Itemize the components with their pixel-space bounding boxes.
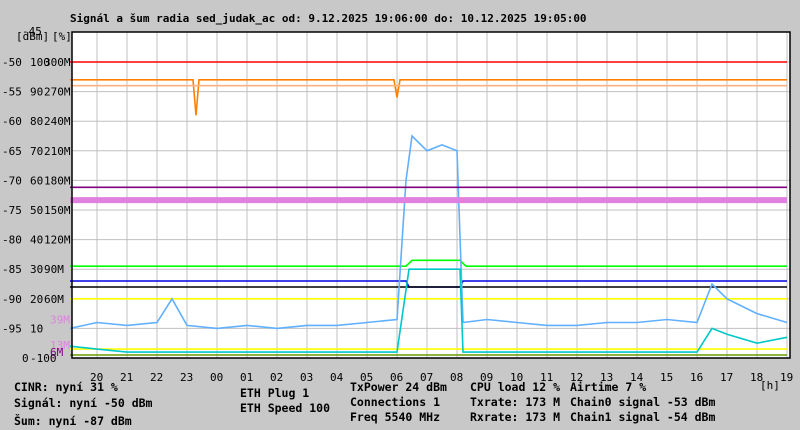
y-tick-pct: 20 <box>30 293 43 306</box>
y-tick-dbm: -60 <box>2 115 22 128</box>
legend-eth-plug: ETH Plug 1 <box>240 386 310 400</box>
legend-txrate: Txrate: 173 M <box>470 395 561 409</box>
y-tick-rate: 90M <box>44 263 64 276</box>
y-tick-pct: 40 <box>30 234 43 247</box>
legend-rxrate: Rxrate: 173 M <box>470 410 561 424</box>
x-tick-label: 22 <box>150 371 163 384</box>
y-tick-rate: 120M <box>44 234 71 247</box>
x-tick-label: 03 <box>300 371 313 384</box>
x-tick-label: 08 <box>450 371 463 384</box>
y-tick-pct: 80 <box>30 115 43 128</box>
y-tick-dbm: -70 <box>2 174 22 187</box>
y-tick-pct: 90 <box>30 86 43 99</box>
x-tick-label: 17 <box>720 371 733 384</box>
y-extra-rate-label: 6M <box>50 346 64 359</box>
y-tick-dbm: -75 <box>2 204 22 217</box>
y-tick-dbm: -65 <box>2 145 22 158</box>
y-tick-dbm: -85 <box>2 263 22 276</box>
y-tick-rate: 210M <box>44 145 71 158</box>
chart-svg: Signál a šum radia sed_judak_ac od: 9.12… <box>2 12 793 392</box>
y-tick-rate: 270M <box>44 86 71 99</box>
y-tick-pct: 70 <box>30 145 43 158</box>
y-tick-dbm: -90 <box>2 293 22 306</box>
y-tick-pct: 0 <box>22 352 29 365</box>
y-tick-rate: 60M <box>44 293 64 306</box>
legend-freq: Freq 5540 MHz <box>350 410 441 424</box>
x-tick-label: 04 <box>330 371 344 384</box>
y-tick-pct: 30 <box>30 263 43 276</box>
x-tick-label: 21 <box>120 371 133 384</box>
legend-airtime: Airtime 7 % <box>570 380 647 394</box>
y-tick-rate: 240M <box>44 115 71 128</box>
legend-cpu: CPU load 12 % <box>470 380 561 394</box>
y-tick-dbm: -95 <box>2 322 22 335</box>
y-tick-pct: 10 <box>30 322 43 335</box>
y-unit-pct: [%] <box>52 30 72 43</box>
legend-eth-speed: ETH Speed 100 <box>240 401 331 415</box>
x-tick-label: 23 <box>180 371 193 384</box>
x-tick-label: 01 <box>240 371 253 384</box>
legend-signal: Signál: nyní -50 dBm <box>14 396 153 410</box>
x-tick-label: 18 <box>750 371 763 384</box>
legend-chain1: Chain1 signal -54 dBm <box>570 410 716 424</box>
plot-area <box>72 32 790 358</box>
legend-txpower: TxPower 24 dBm <box>350 380 447 394</box>
y-tick-rate: 180M <box>44 174 71 187</box>
y-tick-rate: 300M <box>44 56 71 69</box>
chart-title: Signál a šum radia sed_judak_ac od: 9.12… <box>70 12 587 25</box>
legend-noise: Šum: nyní -87 dBm <box>14 414 132 428</box>
x-tick-label: 19 <box>780 371 793 384</box>
y-extra-rate-label: 39M <box>50 314 70 327</box>
x-tick-label: 02 <box>270 371 283 384</box>
y-tick-pct: 60 <box>30 174 43 187</box>
y-tick-dbm: -80 <box>2 234 22 247</box>
y-tick-rate: 150M <box>44 204 71 217</box>
x-tick-label: 15 <box>660 371 673 384</box>
y-tick-pct: 50 <box>30 204 43 217</box>
y-top-label: -45 <box>22 25 42 38</box>
legend-cinr: CINR: nyní 31 % <box>14 380 118 394</box>
legend-connections: Connections 1 <box>350 395 441 409</box>
x-tick-label: 00 <box>210 371 223 384</box>
legend-chain0: Chain0 signal -53 dBm <box>570 395 716 409</box>
y-tick-dbm: -55 <box>2 86 22 99</box>
x-tick-label: 16 <box>690 371 703 384</box>
y-tick-dbm: -50 <box>2 56 22 69</box>
chart: Signál a šum radia sed_judak_ac od: 9.12… <box>0 0 800 430</box>
